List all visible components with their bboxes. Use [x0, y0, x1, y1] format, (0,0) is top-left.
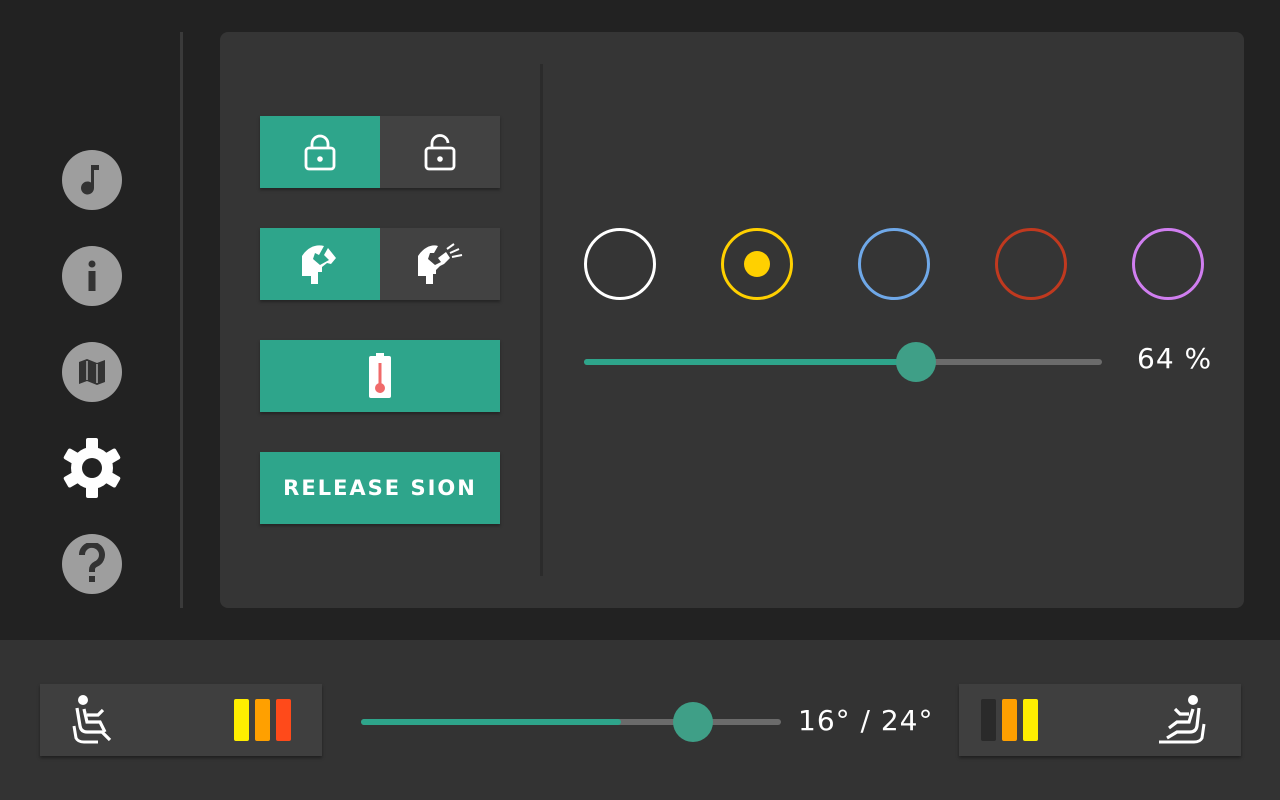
info-icon	[88, 260, 96, 291]
music-nav-button[interactable]	[62, 150, 122, 210]
driver-heat-level-2	[255, 699, 270, 741]
lock-button[interactable]	[260, 116, 380, 188]
selected-indicator	[744, 251, 770, 277]
cabin-light-toggle	[260, 228, 500, 300]
driver-seat-heating-button[interactable]	[40, 684, 322, 756]
unlock-button[interactable]	[380, 116, 500, 188]
info-nav-button[interactable]	[62, 246, 122, 306]
driver-heat-level-1	[234, 699, 249, 741]
help-icon	[78, 543, 105, 582]
lock-toggle	[260, 116, 500, 188]
lock-open-icon	[424, 134, 456, 171]
release-sion-label: RELEASE SION	[283, 476, 477, 500]
cabin-light-beam-button[interactable]	[380, 228, 500, 300]
map-icon	[79, 359, 105, 385]
passenger-seat-heating-button[interactable]	[959, 684, 1241, 756]
brightness-slider[interactable]	[584, 342, 1102, 382]
cabin-light-beam-icon	[418, 243, 463, 284]
settings-panel: RELEASE SION 64 %	[220, 32, 1244, 608]
climate-bar: 16° / 24°	[0, 640, 1280, 800]
ambient-color-purple[interactable]	[1132, 228, 1204, 300]
brightness-slider-thumb[interactable]	[895, 342, 936, 382]
passenger-heat-level-3	[1023, 699, 1038, 741]
panel-divider	[540, 64, 543, 576]
temperature-slider[interactable]	[361, 702, 781, 742]
passenger-heat-level-2	[1002, 699, 1017, 741]
settings-nav-button[interactable]	[62, 438, 122, 498]
ambient-color-blue[interactable]	[858, 228, 930, 300]
gear-icon	[63, 438, 121, 498]
battery-thermometer-icon	[369, 353, 391, 398]
release-sion-button[interactable]: RELEASE SION	[260, 452, 500, 524]
music-note-icon	[81, 165, 99, 195]
seat-driver-icon	[72, 695, 112, 744]
cabin-light-icon	[302, 245, 336, 284]
cabin-light-on-button[interactable]	[260, 228, 380, 300]
temperature-slider-thumb[interactable]	[672, 702, 713, 742]
map-nav-button[interactable]	[62, 342, 122, 402]
passenger-heat-level-1	[981, 699, 996, 741]
temperature-slider-fill	[361, 719, 622, 725]
main-area: RELEASE SION 64 %	[0, 0, 1280, 640]
driver-heat-level-3	[276, 699, 291, 741]
lock-closed-icon	[304, 134, 336, 171]
ambient-color-white[interactable]	[584, 228, 656, 300]
temperature-range: 16° / 24°	[798, 704, 934, 737]
seat-passenger-icon	[1159, 695, 1206, 744]
battery-heating-button[interactable]	[260, 340, 500, 412]
help-nav-button[interactable]	[62, 534, 122, 594]
ambient-color-red[interactable]	[995, 228, 1067, 300]
ambient-color-yellow[interactable]	[721, 228, 793, 300]
sidebar-divider	[180, 32, 183, 608]
brightness-value: 64 %	[1137, 342, 1213, 375]
brightness-slider-fill	[584, 359, 916, 365]
